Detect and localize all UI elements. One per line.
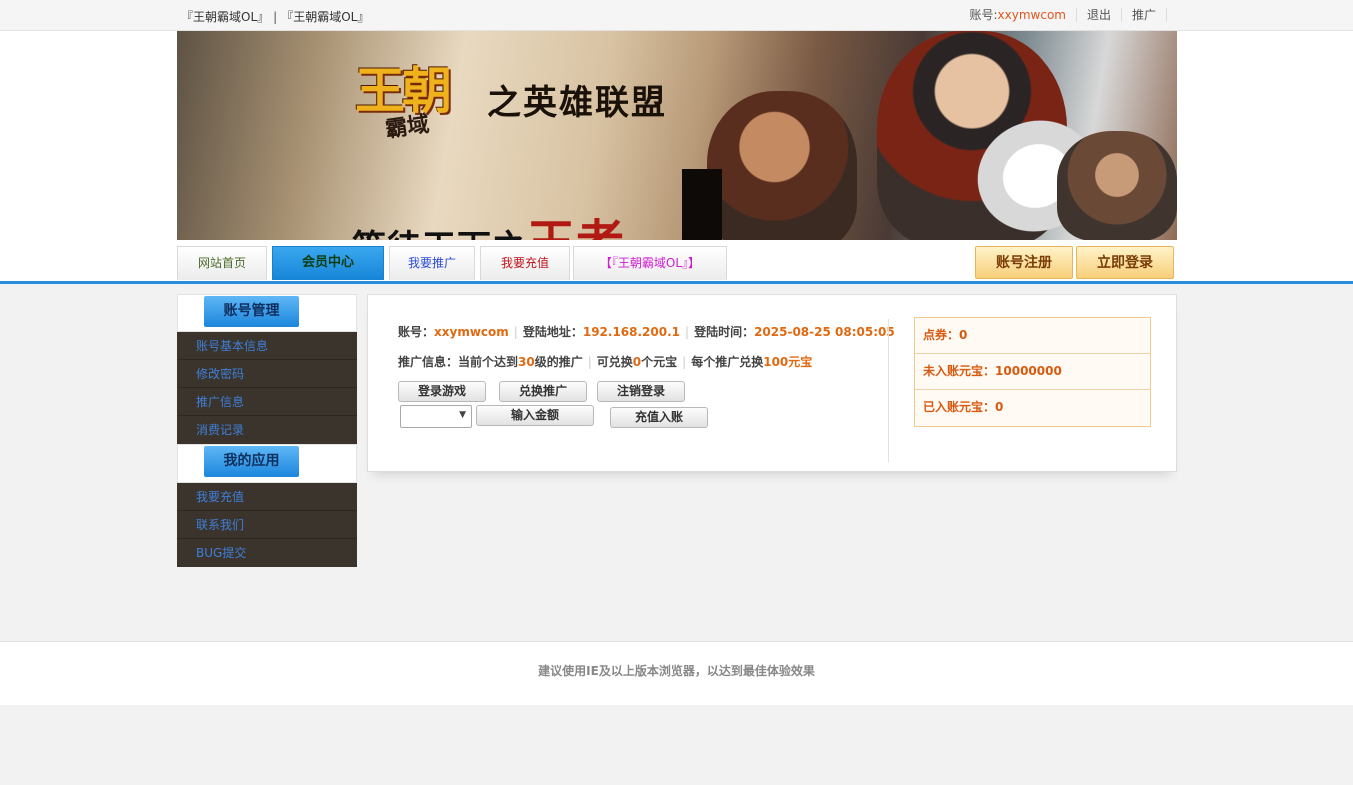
points-value: 0 [959,328,968,342]
login-button[interactable]: 立即登录 [1076,246,1174,279]
top-account: 账号:xxymwcom [959,8,1077,22]
sidebar-list-account: 账号基本信息 修改密码 推广信息 消费记录 [177,332,357,444]
sidebar-item-recharge[interactable]: 我要充值 [177,483,357,511]
tab-member-center[interactable]: 会员中心 [272,246,384,280]
main-nav: 网站首页 会员中心 我要推广 我要充值 【『王朝霸域OL』】 账号注册 立即登录 [177,246,1177,280]
ip-label: 登陆地址： [522,325,583,339]
credited-label: 已入账元宝： [923,400,996,414]
banner-bottom-text-2: 王者 [527,215,625,240]
promo-prefix: 推广信息：当前个达到 [398,355,519,369]
enter-amount-button[interactable]: 输入金额 [476,405,594,426]
exchange-suffix: 个元宝 [641,355,678,369]
top-account-name[interactable]: xxymwcom [998,8,1066,22]
account-label: 账号： [398,325,435,339]
rate-prefix: 每个推广兑换 [691,355,764,369]
server-select[interactable]: ▼ [400,405,472,428]
pending-label: 未入账元宝： [923,364,996,378]
site-link-2[interactable]: 『王朝霸域OL』 [281,10,369,24]
tab-promote[interactable]: 我要推广 [389,246,475,280]
footer-text: 建议使用IE及以上版本浏览器，以达到最佳体验效果 [538,664,815,678]
pending-row: 未入账元宝：10000000 [915,354,1150,390]
banner-slogan: 之英雄联盟 [487,83,667,123]
points-label: 点券： [923,328,960,342]
top-account-label: 账号: [969,8,998,22]
panel-divider [888,319,889,462]
sidebar-item-bug-report[interactable]: BUG提交 [177,539,357,567]
tab-home[interactable]: 网站首页 [177,246,267,280]
sidebar-section-apps: 我的应用 [177,444,357,483]
exchange-count: 0 [632,355,642,369]
sidebar-item-contact[interactable]: 联系我们 [177,511,357,539]
rate-value: 100元宝 [763,355,813,369]
sidebar-item-spend-records[interactable]: 消费记录 [177,416,357,444]
promo-level: 30 [518,355,535,369]
tab-game-site[interactable]: 【『王朝霸域OL』】 [573,246,727,280]
logout-button[interactable]: 注销登录 [597,381,685,402]
promo-mid: 级的推广 [534,355,583,369]
top-bar: 『王朝霸域OL』 | 『王朝霸域OL』 账号:xxymwcom 退出 推广 [0,0,1353,31]
login-game-button[interactable]: 登录游戏 [398,381,486,402]
banner-bottom-text: 等待天下之王者 [352,203,625,240]
promo-info-row: 推广信息：当前个达到30级的推广 | 可兑换0个元宝 | 每个推广兑换100元宝 [398,355,813,369]
nav-divider [0,281,1353,284]
login-time-label: 登陆时间： [694,325,755,339]
member-panel: 账号：xxymwcom | 登陆地址：192.168.200.1 | 登陆时间：2025… [367,294,1177,472]
banner-bottom-text-1: 等待天下之 [352,228,527,240]
sidebar-item-promo-info[interactable]: 推广信息 [177,388,357,416]
ip-value: 192.168.200.1 [582,325,681,339]
register-button[interactable]: 账号注册 [975,246,1073,279]
exchange-promo-button[interactable]: 兑换推广 [499,381,587,402]
game-banner: 王朝 霸域 之英雄联盟 等待天下之王者 [177,31,1177,240]
login-info-row: 账号：xxymwcom | 登陆地址：192.168.200.1 | 登陆时间：2025… [398,325,895,339]
exchange-prefix: 可兑换 [596,355,633,369]
sidebar-section-account: 账号管理 [177,294,357,332]
sidebar-section-title-apps: 我的应用 [204,446,299,477]
credited-value: 0 [995,400,1004,414]
game-logo: 王朝 霸域 [355,51,455,159]
recharge-button[interactable]: 充值入账 [610,407,708,428]
top-site-links: 『王朝霸域OL』 | 『王朝霸域OL』 [181,8,369,25]
credited-row: 已入账元宝：0 [915,390,1150,426]
logout-link[interactable]: 退出 [1077,8,1122,22]
top-separator: | [273,10,278,24]
login-time-value: 2025-08-25 08:05:05 [754,325,895,339]
sidebar-list-apps: 我要充值 联系我们 BUG提交 [177,483,357,567]
pending-value: 10000000 [995,364,1062,378]
sidebar: 账号管理 账号基本信息 修改密码 推广信息 消费记录 我的应用 我要充值 联系我… [177,294,357,567]
promote-link[interactable]: 推广 [1122,8,1167,22]
sidebar-item-basic-info[interactable]: 账号基本信息 [177,332,357,360]
caret-down-icon: ▼ [459,410,466,420]
banner-warrior-figure [707,91,857,240]
balance-box: 点券：0 未入账元宝：10000000 已入账元宝：0 [914,317,1151,427]
account-value: xxymwcom [434,325,509,339]
site-link-1[interactable]: 『王朝霸域OL』 [181,10,269,24]
footer: 建议使用IE及以上版本浏览器，以达到最佳体验效果 [0,641,1353,705]
tab-recharge[interactable]: 我要充值 [480,246,570,280]
banner-flag [682,169,722,240]
sidebar-item-change-password[interactable]: 修改密码 [177,360,357,388]
banner-soldier-figure [1057,131,1177,240]
top-user-links: 账号:xxymwcom 退出 推广 [959,8,1167,22]
sidebar-section-title-account: 账号管理 [204,296,299,327]
logo-sub-text: 霸域 [383,111,431,143]
points-row: 点券：0 [915,318,1150,354]
